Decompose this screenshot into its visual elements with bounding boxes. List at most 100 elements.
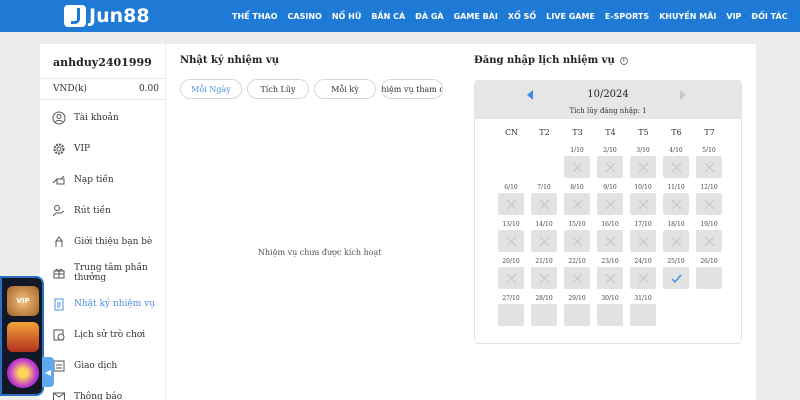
- weekday-label: T6: [671, 128, 682, 137]
- missed-x-icon: [531, 230, 557, 252]
- calendar-day[interactable]: 3/10: [629, 147, 657, 178]
- checkin-title-text: Đăng nhập lịch nhiệm vụ: [474, 55, 615, 66]
- calendar-day[interactable]: 26/10: [695, 258, 723, 289]
- sidebar-item-notifications[interactable]: Thông báo: [40, 381, 165, 400]
- weekday-label: T4: [605, 128, 616, 137]
- vip-badge-icon[interactable]: VIP: [7, 286, 39, 316]
- nav-item-vip[interactable]: VIP: [726, 12, 741, 21]
- nav-item-xo-so[interactable]: XỔ SỐ: [508, 12, 536, 21]
- calendar-day[interactable]: 16/10: [596, 221, 624, 252]
- missed-x-icon: [564, 156, 590, 178]
- sidebar-item-withdraw[interactable]: Rút tiền: [40, 195, 165, 226]
- calendar-day[interactable]: 7/10: [530, 184, 558, 215]
- tab-periodic[interactable]: Mỗi kỳ: [314, 79, 376, 99]
- calendar-day-label: 14/10: [535, 221, 553, 228]
- nav-item-live-game[interactable]: LIVE GAME: [546, 12, 595, 21]
- calendar-day-label: 1/10: [570, 147, 584, 154]
- calendar-day[interactable]: 28/10: [530, 295, 558, 326]
- calendar-day[interactable]: 24/10: [629, 258, 657, 289]
- logo-mark-icon: [64, 5, 86, 27]
- checkmark-icon: [663, 267, 689, 289]
- accumulated-login: Tích lũy đăng nhập: 1: [569, 107, 647, 115]
- vip-badge-text: VIP: [16, 297, 30, 305]
- refer-icon: [52, 235, 66, 249]
- sidebar-item-transactions[interactable]: Giao dịch: [40, 350, 165, 381]
- weekday-label: T5: [638, 128, 649, 137]
- calendar-day[interactable]: 6/10: [497, 184, 525, 215]
- nav-item-no-hu[interactable]: NỔ HŨ: [332, 12, 361, 21]
- info-icon[interactable]: i: [619, 56, 628, 65]
- main-content: Nhật ký nhiệm vụ Mỗi Ngày Tích Lũy Mỗi k…: [166, 44, 756, 400]
- missed-x-icon: [597, 267, 623, 289]
- calendar-day[interactable]: 31/10: [629, 295, 657, 326]
- calendar-day[interactable]: 10/10: [629, 184, 657, 215]
- lucky-wheel-icon[interactable]: [7, 358, 39, 388]
- nav-item-the-thao[interactable]: THỂ THAO: [232, 12, 278, 21]
- sidebar-item-task-log[interactable]: Nhật ký nhiệm vụ: [40, 288, 165, 319]
- sidebar-item-rewards[interactable]: Trung tâm phần thưởng: [40, 257, 165, 288]
- game-promo-icon[interactable]: [7, 322, 39, 352]
- calendar-day[interactable]: 20/10: [497, 258, 525, 289]
- empty-task-message: Nhiệm vụ chưa được kích hoạt: [258, 248, 382, 257]
- tab-accumulated[interactable]: Tích Lũy: [247, 79, 309, 99]
- calendar-day[interactable]: 17/10: [629, 221, 657, 252]
- calendar-day[interactable]: 13/10: [497, 221, 525, 252]
- calendar-day[interactable]: 4/10: [662, 147, 690, 178]
- nav-item-ban-ca[interactable]: BẮN CÁ: [371, 12, 405, 21]
- nav-item-doi-tac[interactable]: ĐỐI TÁC: [751, 12, 787, 21]
- calendar-day[interactable]: 22/10: [563, 258, 591, 289]
- calendar-day-label: 15/10: [568, 221, 586, 228]
- calendar-day[interactable]: 23/10: [596, 258, 624, 289]
- calendar-day[interactable]: 21/10: [530, 258, 558, 289]
- next-month-button[interactable]: [680, 90, 686, 100]
- sidebar-item-vip[interactable]: VIP: [40, 133, 165, 164]
- sidebar-item-deposit[interactable]: Nạp tiền: [40, 164, 165, 195]
- sidebar-item-refer[interactable]: Giới thiệu bạn bè: [40, 226, 165, 257]
- missed-x-icon: [531, 267, 557, 289]
- calendar-day[interactable]: 1/10: [563, 147, 591, 178]
- weekday-label: T7: [704, 128, 715, 137]
- floating-game-panel: VIP: [0, 276, 44, 396]
- missed-x-icon: [696, 193, 722, 215]
- calendar-day[interactable]: 14/10: [530, 221, 558, 252]
- calendar-day-label: 17/10: [634, 221, 652, 228]
- balance-row: VND(k) 0.00: [40, 78, 165, 100]
- brand-logo[interactable]: Jun88: [64, 5, 150, 27]
- calendar-day[interactable]: 27/10: [497, 295, 525, 326]
- nav-item-da-ga[interactable]: ĐÁ GÀ: [415, 12, 443, 21]
- tab-participation[interactable]: Nhiệm vụ tham dự: [381, 79, 443, 99]
- calendar-day[interactable]: 15/10: [563, 221, 591, 252]
- tab-daily[interactable]: Mỗi Ngày: [180, 79, 242, 99]
- nav-item-game-bai[interactable]: GAME BÀI: [454, 12, 498, 21]
- missed-x-icon: [597, 156, 623, 178]
- calendar-day-label: 19/10: [700, 221, 718, 228]
- top-navbar: Jun88 THỂ THAO CASINO NỔ HŨ BẮN CÁ ĐÁ GÀ…: [0, 0, 800, 32]
- weekday-label: T3: [572, 128, 583, 137]
- sidebar-item-label: Giới thiệu bạn bè: [74, 236, 153, 247]
- username: anhduy2401999: [53, 56, 152, 69]
- calendar-day[interactable]: 8/10: [563, 184, 591, 215]
- calendar-day[interactable]: 25/10: [662, 258, 690, 289]
- calendar-day[interactable]: 19/10: [695, 221, 723, 252]
- sidebar-item-game-history[interactable]: Lịch sử trò chơi: [40, 319, 165, 350]
- nav-item-casino[interactable]: CASINO: [288, 12, 322, 21]
- calendar-day[interactable]: 12/10: [695, 184, 723, 215]
- calendar-day[interactable]: 2/10: [596, 147, 624, 178]
- calendar-day[interactable]: 18/10: [662, 221, 690, 252]
- mail-icon: [52, 390, 66, 400]
- calendar-day-label: 4/10: [669, 147, 683, 154]
- calendar-month: 10/2024: [587, 89, 629, 100]
- sidebar-item-account[interactable]: Tài khoản: [40, 102, 165, 133]
- nav-item-esports[interactable]: E-SPORTS: [605, 12, 649, 21]
- calendar-day[interactable]: 5/10: [695, 147, 723, 178]
- future-day-box: [597, 304, 623, 326]
- calendar-day[interactable]: 9/10: [596, 184, 624, 215]
- withdraw-icon: [52, 204, 66, 218]
- calendar-day-label: 16/10: [601, 221, 619, 228]
- calendar-day[interactable]: 11/10: [662, 184, 690, 215]
- nav-item-khuyen-mai[interactable]: KHUYẾN MÃI: [659, 12, 716, 21]
- calendar-day[interactable]: 30/10: [596, 295, 624, 326]
- calendar-day[interactable]: 29/10: [563, 295, 591, 326]
- collapse-panel-button[interactable]: ◀: [42, 357, 54, 387]
- calendar-day-label: 31/10: [634, 295, 652, 302]
